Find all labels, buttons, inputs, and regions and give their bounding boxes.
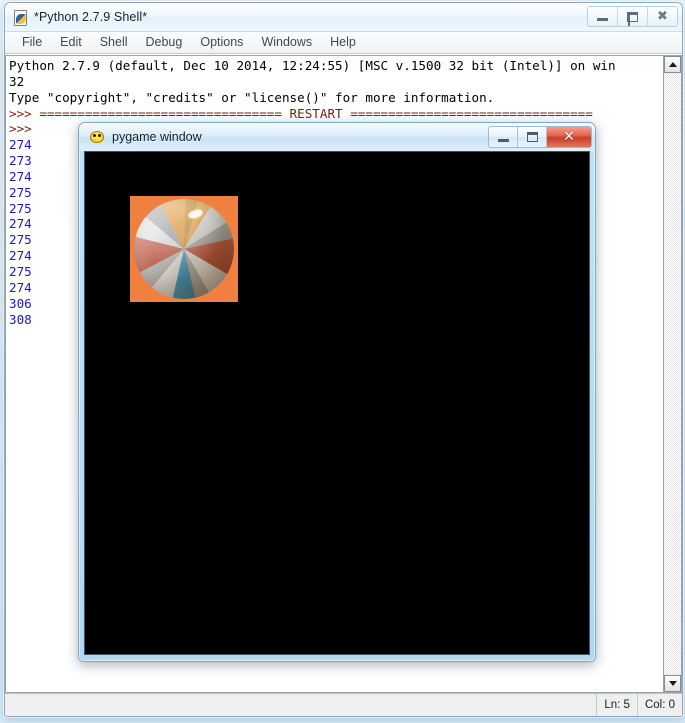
python-idle-icon [12, 9, 29, 26]
scroll-down-icon [668, 681, 677, 686]
pygame-canvas[interactable] [84, 151, 590, 655]
console-line: >>> ================================ RES… [9, 105, 593, 121]
minimize-icon [497, 138, 509, 142]
beach-ball-sprite [130, 196, 238, 302]
idle-status-bar: Ln: 5 Col: 0 [5, 693, 682, 716]
console-line: Type "copyright", "credits" or "license(… [9, 89, 495, 105]
maximize-icon [627, 11, 638, 26]
idle-window-title: *Python 2.7.9 Shell* [34, 10, 148, 24]
status-column-indicator: Col: 0 [636, 694, 682, 716]
pygame-window: pygame window ✕ [78, 122, 596, 662]
close-icon: ✖ [657, 9, 668, 24]
idle-title-bar[interactable]: *Python 2.7.9 Shell* ✖ [5, 3, 682, 32]
pygame-minimize-button[interactable] [489, 127, 518, 147]
close-icon: ✕ [563, 129, 575, 145]
minimize-icon [597, 18, 608, 21]
console-line: 32 [9, 73, 25, 89]
pygame-window-title: pygame window [112, 130, 202, 144]
idle-minimize-button[interactable] [588, 7, 618, 26]
maximize-icon [526, 132, 538, 142]
pygame-close-button[interactable]: ✕ [547, 127, 591, 147]
scrollbar-track[interactable] [664, 73, 681, 675]
menu-item-edit[interactable]: Edit [51, 33, 91, 52]
status-line-indicator: Ln: 5 [596, 694, 637, 716]
menu-item-shell[interactable]: Shell [91, 33, 137, 52]
pygame-title-bar[interactable]: pygame window ✕ [79, 123, 595, 151]
idle-menu-bar: File Edit Shell Debug Options Windows He… [5, 32, 682, 54]
menu-item-help[interactable]: Help [321, 33, 365, 52]
menu-item-file[interactable]: File [13, 33, 51, 52]
beach-ball-shading [134, 199, 234, 299]
beach-ball-circle [134, 199, 234, 299]
idle-close-button[interactable]: ✖ [648, 7, 677, 26]
console-line: Python 2.7.9 (default, Dec 10 2014, 12:2… [9, 58, 616, 73]
scroll-up-button[interactable] [664, 56, 681, 73]
idle-maximize-button[interactable] [618, 7, 648, 26]
scroll-down-button[interactable] [664, 675, 681, 692]
pygame-window-controls: ✕ [488, 126, 592, 148]
pygame-maximize-button[interactable] [518, 127, 547, 147]
menu-item-options[interactable]: Options [191, 33, 252, 52]
desktop-background: *Python 2.7.9 Shell* ✖ File Edit Shell D [0, 0, 685, 723]
scroll-up-icon [668, 62, 677, 67]
pygame-snake-icon [89, 129, 105, 145]
console-vertical-scrollbar[interactable] [663, 55, 682, 693]
idle-window-controls: ✖ [587, 6, 678, 27]
menu-item-windows[interactable]: Windows [252, 33, 321, 52]
menu-item-debug[interactable]: Debug [137, 33, 192, 52]
